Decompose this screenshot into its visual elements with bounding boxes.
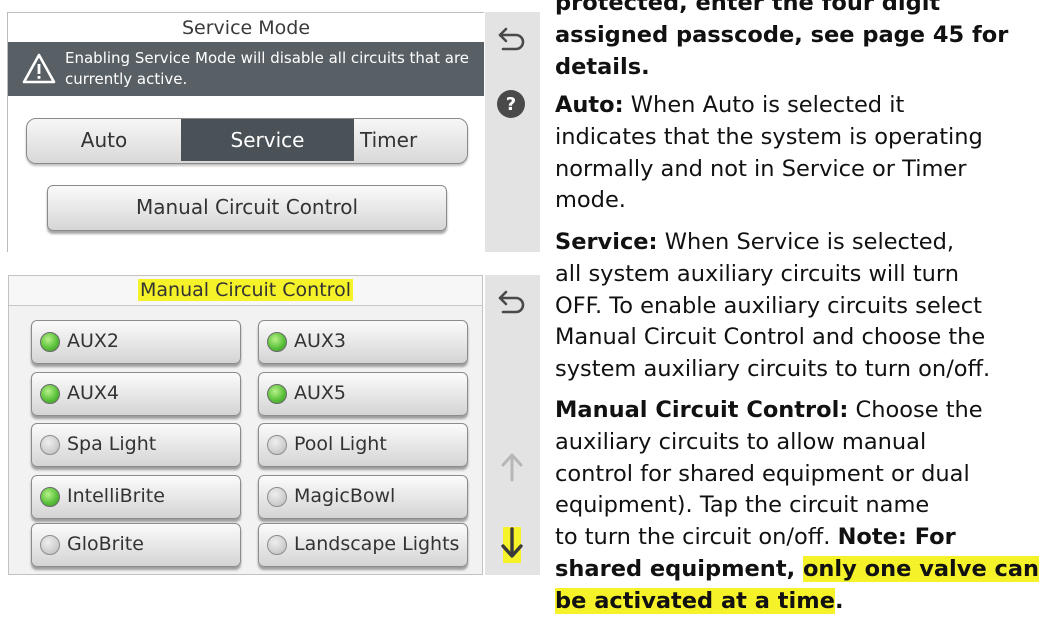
indicator-light-icon [267, 535, 287, 555]
text-line: When Service is selected, [657, 229, 955, 255]
text-line: details. [555, 53, 650, 80]
circuit-button-magicbowl[interactable]: MagicBowl [258, 475, 468, 519]
text-line: indicates that the system is operating [555, 123, 983, 150]
svg-text:?: ? [506, 94, 516, 115]
service-paragraph: Service: When Service is selected, all s… [555, 227, 1048, 386]
warning-banner: Enabling Service Mode will disable all c… [8, 42, 484, 96]
circuit-button-spa-light[interactable]: Spa Light [31, 423, 241, 467]
circuit-button-aux2[interactable]: AUX2 [31, 320, 241, 364]
service-mode-panel: Service Mode Enabling Service Mode will … [7, 12, 484, 252]
mode-service-button[interactable]: Service [181, 119, 354, 161]
text-line: OFF. To enable auxiliary circuits select [555, 292, 982, 319]
manual-circuit-control-title-text: Manual Circuit Control [138, 279, 353, 301]
circuit-label: GloBrite [67, 533, 144, 555]
mode-timer-button[interactable]: Timer [354, 119, 467, 161]
circuit-label: AUX3 [294, 330, 347, 352]
circuit-button-intellibrite[interactable]: IntelliBrite [31, 475, 241, 519]
circuit-label: MagicBowl [294, 485, 396, 507]
note-text: . [834, 587, 844, 614]
mode-auto-button[interactable]: Auto [27, 119, 181, 161]
text-line: normally and not in Service or Timer [555, 155, 967, 182]
text-line: Manual Circuit Control and choose the [555, 324, 986, 351]
service-term: Service: [555, 229, 658, 255]
indicator-light-icon [40, 535, 60, 555]
circuit-button-globrite[interactable]: GloBrite [31, 523, 241, 567]
text-line: control for shared equipment or dual [555, 460, 970, 487]
circuit-label: Landscape Lights [294, 533, 460, 555]
passcode-paragraph: protected, enter the four digit assigned… [555, 0, 1048, 83]
circuit-button-aux5[interactable]: AUX5 [258, 372, 468, 416]
text-line: When Auto is selected it [623, 92, 905, 118]
indicator-light-icon [40, 384, 60, 404]
circuit-button-landscape-lights[interactable]: Landscape Lights [258, 523, 468, 567]
circuit-label: IntelliBrite [67, 485, 165, 507]
note-label: Note: For [837, 524, 956, 551]
warning-triangle-icon [22, 53, 56, 84]
text-line: to turn the circuit on/off. [555, 524, 838, 551]
indicator-light-icon [40, 332, 60, 352]
mode-selector: Auto Service Timer [26, 118, 468, 164]
service-mode-title: Service Mode [8, 12, 484, 44]
manual-circuit-control-panel: Manual Circuit Control AUX2 AUX3 AUX4 AU… [8, 275, 483, 575]
text-line: auxiliary circuits to allow manual [555, 428, 927, 455]
auto-paragraph: Auto: When Auto is selected it indicates… [555, 90, 1048, 217]
warning-message: Enabling Service Mode will disable all c… [65, 49, 470, 88]
note-highlight: be activated at a time [555, 587, 835, 614]
text-line: Choose the [848, 397, 983, 423]
manual-control-paragraph: Manual Circuit Control: Choose the auxil… [555, 395, 1048, 618]
indicator-light-icon [40, 487, 60, 507]
text-line: protected, enter the four digit [555, 0, 941, 16]
text-line: system auxiliary circuits to turn on/off… [555, 356, 991, 383]
note-text: shared equipment, [555, 555, 803, 582]
back-arrow-icon[interactable] [497, 26, 527, 52]
indicator-light-icon [40, 435, 60, 455]
help-icon[interactable]: ? [496, 89, 526, 119]
arrow-up-icon[interactable] [499, 452, 525, 482]
manual-circuit-control-title: Manual Circuit Control [9, 276, 482, 306]
arrow-down-icon[interactable] [497, 525, 527, 565]
auto-term: Auto: [555, 92, 624, 118]
circuit-button-aux4[interactable]: AUX4 [31, 372, 241, 416]
text-line: assigned passcode, see page 45 for [555, 21, 1009, 48]
circuit-label: Spa Light [67, 433, 157, 455]
text-line: equipment). Tap the circuit name [555, 492, 930, 519]
text-line: mode. [555, 187, 626, 214]
back-arrow-icon[interactable] [497, 289, 527, 315]
manual-control-term: Manual Circuit Control: [555, 397, 849, 423]
note-highlight: only one valve can [802, 555, 1040, 582]
indicator-light-icon [267, 332, 287, 352]
manual-circuit-control-button[interactable]: Manual Circuit Control [47, 185, 447, 231]
circuit-label: AUX5 [294, 382, 347, 404]
circuit-button-pool-light[interactable]: Pool Light [258, 423, 468, 467]
indicator-light-icon [267, 487, 287, 507]
text-line: all system auxiliary circuits will turn [555, 260, 960, 287]
indicator-light-icon [267, 435, 287, 455]
manual-text-column: protected, enter the four digit assigned… [555, 0, 1048, 616]
circuit-label: Pool Light [294, 433, 387, 455]
indicator-light-icon [267, 384, 287, 404]
circuit-button-aux3[interactable]: AUX3 [258, 320, 468, 364]
circuit-label: AUX2 [67, 330, 120, 352]
circuit-label: AUX4 [67, 382, 120, 404]
